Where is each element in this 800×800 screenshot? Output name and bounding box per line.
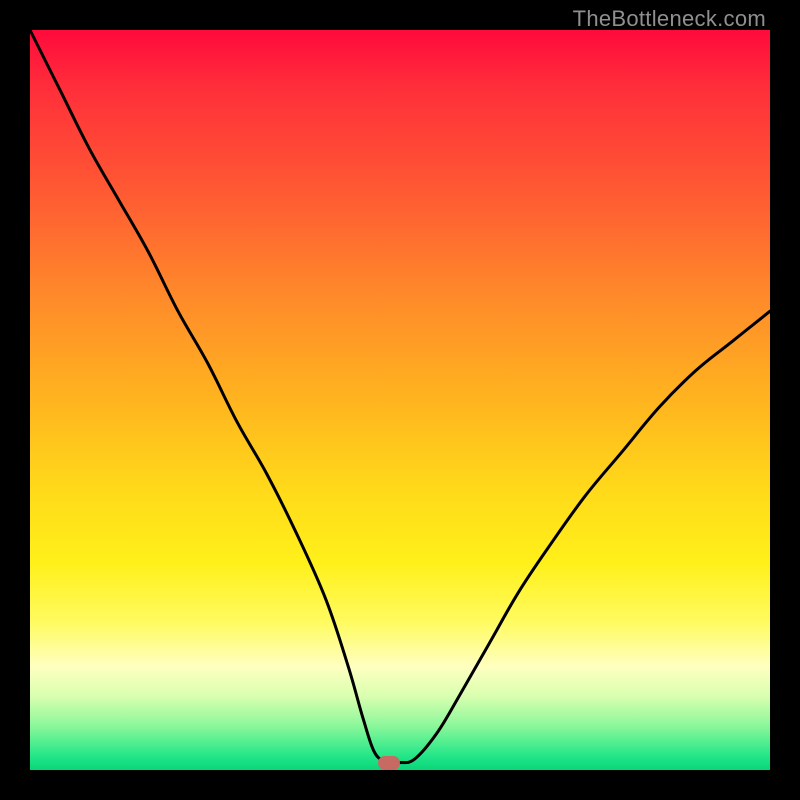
watermark-text: TheBottleneck.com: [573, 6, 766, 32]
optimum-marker: [378, 756, 400, 770]
chart-frame: TheBottleneck.com: [0, 0, 800, 800]
bottleneck-curve: [30, 30, 770, 770]
curve-path: [30, 30, 770, 763]
plot-area: [30, 30, 770, 770]
